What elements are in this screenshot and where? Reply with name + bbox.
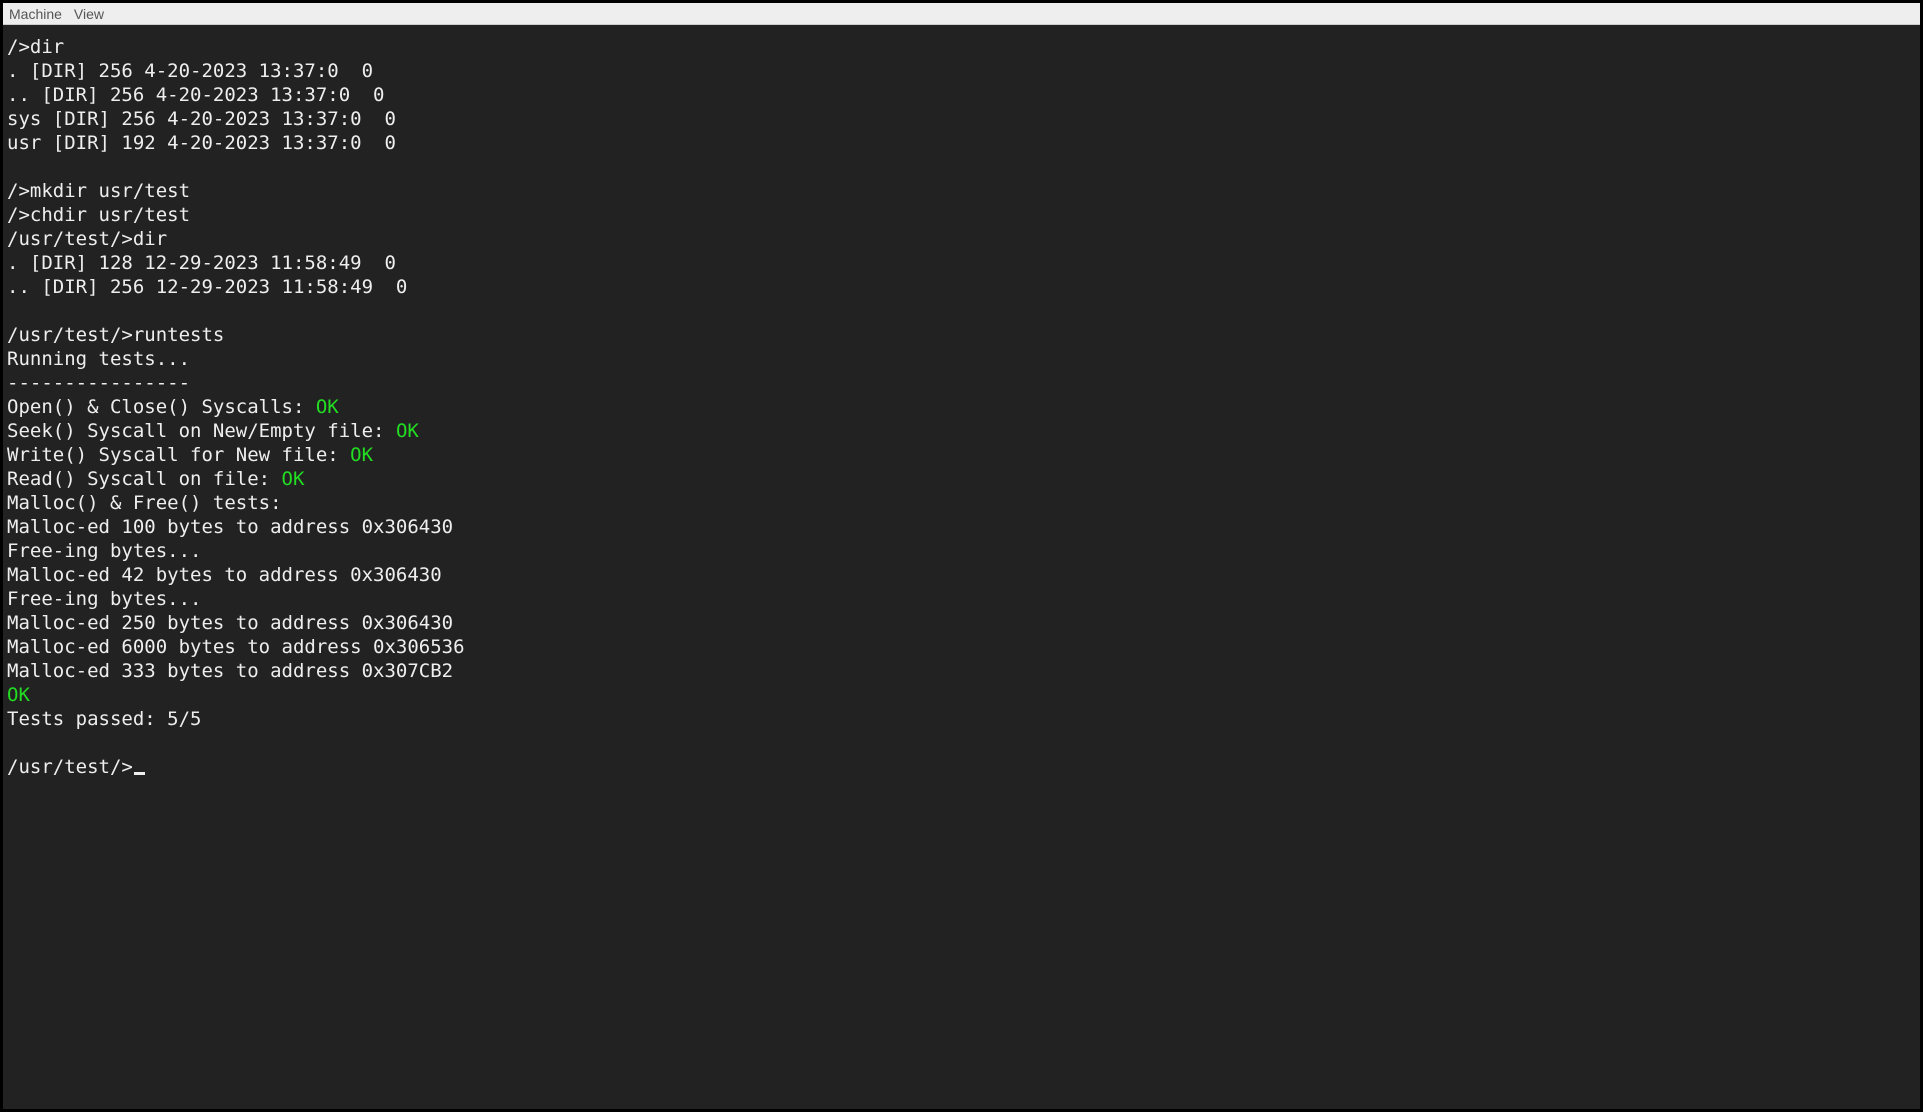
menu-machine[interactable]: Machine <box>9 6 62 22</box>
terminal-text: /usr/test/>runtests <box>7 324 224 346</box>
terminal-text: /usr/test/> <box>7 756 133 778</box>
terminal-line: sys [DIR] 256 4-20-2023 13:37:0 0 <box>7 107 1916 131</box>
terminal-text: Tests passed: 5/5 <box>7 708 201 730</box>
terminal-line <box>7 155 1916 179</box>
terminal-line: Malloc-ed 333 bytes to address 0x307CB2 <box>7 659 1916 683</box>
cursor <box>134 772 145 775</box>
terminal-text: ---------------- <box>7 372 190 394</box>
terminal-text: .. [DIR] 256 12-29-2023 11:58:49 0 <box>7 276 407 298</box>
terminal-text: Malloc-ed 6000 bytes to address 0x306536 <box>7 636 465 658</box>
menu-view[interactable]: View <box>74 6 104 22</box>
terminal-line: /usr/test/>runtests <box>7 323 1916 347</box>
terminal-line: />dir <box>7 35 1916 59</box>
terminal-text: OK <box>282 468 305 490</box>
terminal-line: Malloc-ed 6000 bytes to address 0x306536 <box>7 635 1916 659</box>
terminal-text: Malloc-ed 42 bytes to address 0x306430 <box>7 564 442 586</box>
terminal-line <box>7 299 1916 323</box>
terminal-line: /usr/test/> <box>7 755 1916 779</box>
terminal-line: Seek() Syscall on New/Empty file: OK <box>7 419 1916 443</box>
terminal-text: . [DIR] 128 12-29-2023 11:58:49 0 <box>7 252 396 274</box>
terminal-text: . [DIR] 256 4-20-2023 13:37:0 0 <box>7 60 373 82</box>
terminal-line: .. [DIR] 256 4-20-2023 13:37:0 0 <box>7 83 1916 107</box>
terminal-line: />chdir usr/test <box>7 203 1916 227</box>
terminal-text: OK <box>316 396 339 418</box>
terminal-text: Write() Syscall for New file: <box>7 444 350 466</box>
terminal-line: OK <box>7 683 1916 707</box>
terminal-line: . [DIR] 128 12-29-2023 11:58:49 0 <box>7 251 1916 275</box>
terminal-line: ---------------- <box>7 371 1916 395</box>
terminal-line: />mkdir usr/test <box>7 179 1916 203</box>
terminal-line: /usr/test/>dir <box>7 227 1916 251</box>
terminal-text: Malloc-ed 100 bytes to address 0x306430 <box>7 516 453 538</box>
terminal-text: Malloc-ed 250 bytes to address 0x306430 <box>7 612 453 634</box>
terminal-line: Malloc() & Free() tests: <box>7 491 1916 515</box>
terminal-text: />mkdir usr/test <box>7 180 190 202</box>
terminal-text: Free-ing bytes... <box>7 588 201 610</box>
terminal-text: Seek() Syscall on New/Empty file: <box>7 420 396 442</box>
terminal-text: Malloc-ed 333 bytes to address 0x307CB2 <box>7 660 453 682</box>
terminal-text: /usr/test/>dir <box>7 228 167 250</box>
terminal-line <box>7 731 1916 755</box>
terminal-line: Malloc-ed 250 bytes to address 0x306430 <box>7 611 1916 635</box>
terminal-text: Free-ing bytes... <box>7 540 201 562</box>
menubar: Machine View <box>3 3 1920 25</box>
terminal-text: Running tests... <box>7 348 190 370</box>
terminal-line: .. [DIR] 256 12-29-2023 11:58:49 0 <box>7 275 1916 299</box>
terminal-text: />dir <box>7 36 64 58</box>
terminal[interactable]: />dir. [DIR] 256 4-20-2023 13:37:0 0.. [… <box>3 25 1920 1109</box>
terminal-text: OK <box>350 444 373 466</box>
terminal-text: Read() Syscall on file: <box>7 468 282 490</box>
terminal-text: OK <box>396 420 419 442</box>
terminal-text: .. [DIR] 256 4-20-2023 13:37:0 0 <box>7 84 385 106</box>
terminal-line: Malloc-ed 42 bytes to address 0x306430 <box>7 563 1916 587</box>
terminal-line: Read() Syscall on file: OK <box>7 467 1916 491</box>
terminal-line: . [DIR] 256 4-20-2023 13:37:0 0 <box>7 59 1916 83</box>
terminal-text: Open() & Close() Syscalls: <box>7 396 316 418</box>
terminal-text: usr [DIR] 192 4-20-2023 13:37:0 0 <box>7 132 396 154</box>
vm-window: Machine View />dir. [DIR] 256 4-20-2023 … <box>0 0 1923 1112</box>
terminal-line: Malloc-ed 100 bytes to address 0x306430 <box>7 515 1916 539</box>
terminal-line: Write() Syscall for New file: OK <box>7 443 1916 467</box>
terminal-line: Tests passed: 5/5 <box>7 707 1916 731</box>
terminal-text: OK <box>7 684 30 706</box>
terminal-text: Malloc() & Free() tests: <box>7 492 282 514</box>
terminal-line: Free-ing bytes... <box>7 539 1916 563</box>
terminal-line: Open() & Close() Syscalls: OK <box>7 395 1916 419</box>
terminal-line: Running tests... <box>7 347 1916 371</box>
terminal-line: usr [DIR] 192 4-20-2023 13:37:0 0 <box>7 131 1916 155</box>
terminal-text: sys [DIR] 256 4-20-2023 13:37:0 0 <box>7 108 396 130</box>
terminal-text: />chdir usr/test <box>7 204 190 226</box>
terminal-line: Free-ing bytes... <box>7 587 1916 611</box>
